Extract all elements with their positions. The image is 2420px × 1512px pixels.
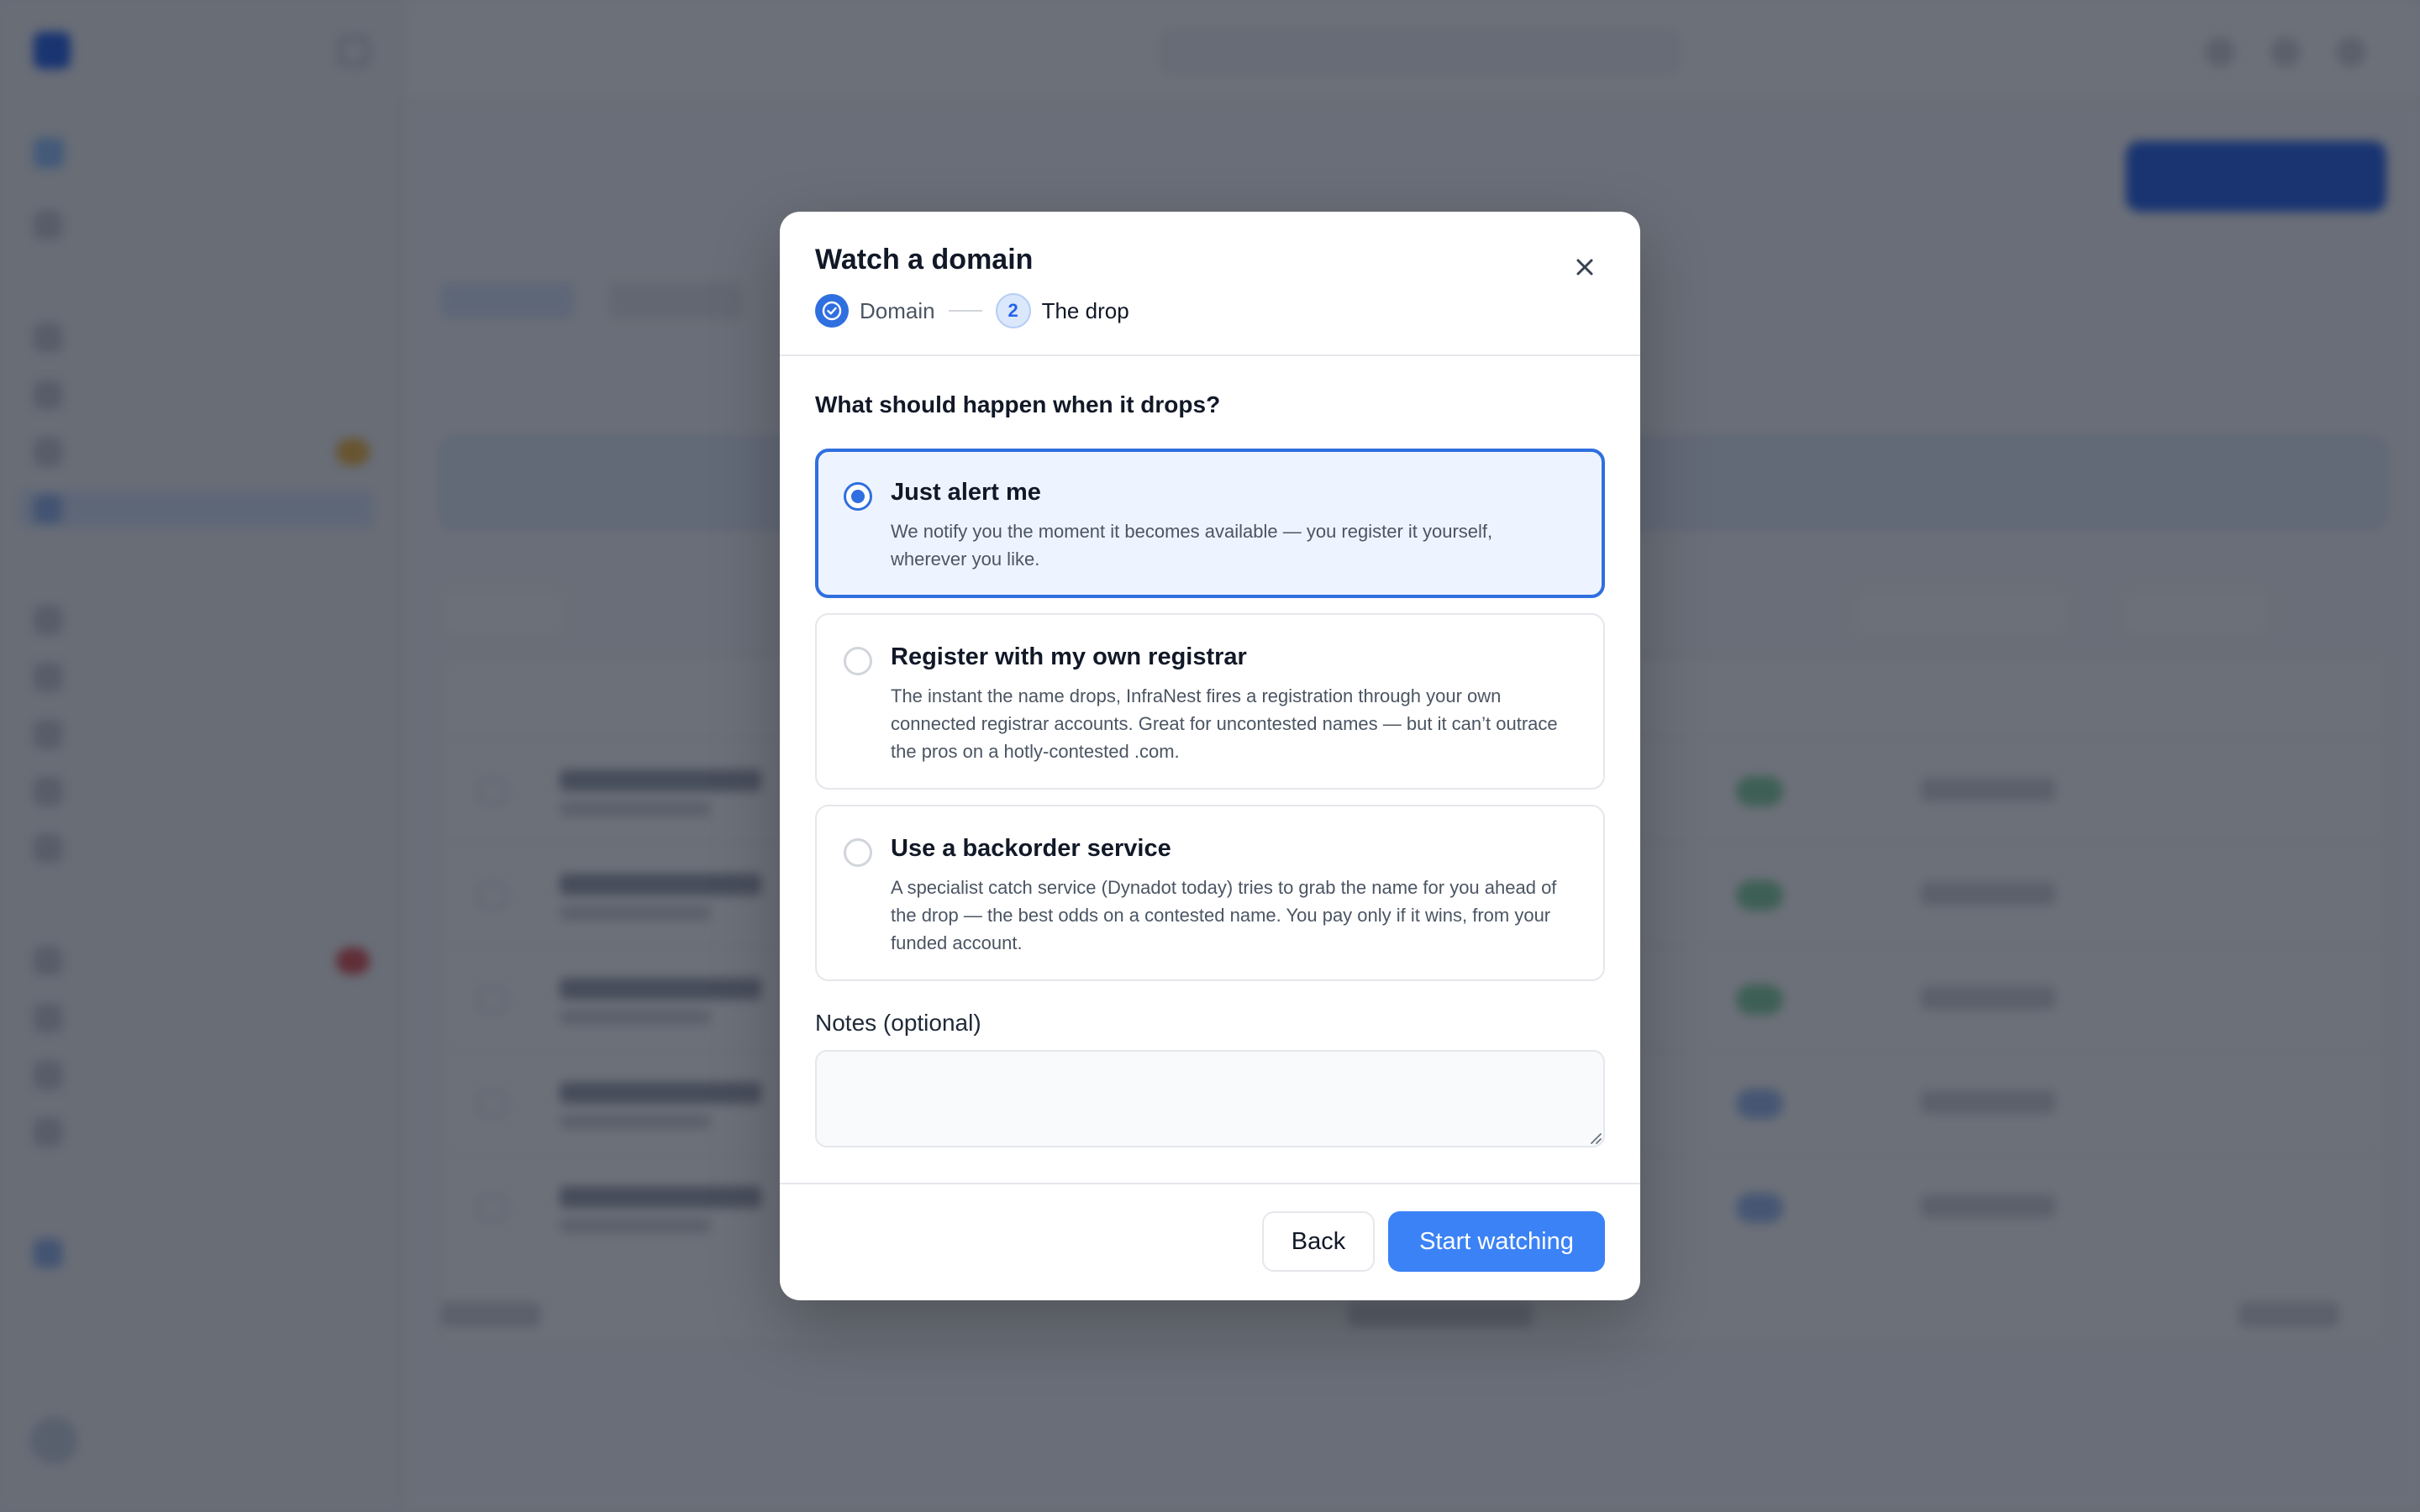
radio-backorder[interactable] [844,838,872,867]
step-2-label: The drop [1041,297,1129,323]
option-title: Just alert me [891,479,1041,506]
start-watching-button[interactable]: Start watching [1388,1211,1605,1272]
check-circle-icon [822,301,842,321]
option-description: We notify you the moment it becomes avai… [891,521,1493,570]
drop-action-question: What should happen when it drops? [815,391,1221,417]
step-connector [948,310,982,312]
option-backorder[interactable]: Use a backorder service A specialist cat… [815,805,1605,981]
back-button[interactable]: Back [1262,1211,1375,1272]
watch-domain-dialog: Watch a domain Domain 2 The drop What sh… [780,212,1640,1300]
radio-just-alert[interactable] [844,482,872,511]
resize-grip-icon[interactable] [1588,1131,1602,1144]
step-1-label: Domain [860,297,935,323]
close-icon [1576,259,1593,276]
option-title: Use a backorder service [891,835,1171,862]
notes-label: Notes (optional) [815,1010,981,1036]
option-own-registrar[interactable]: Register with my own registrar The insta… [815,613,1605,790]
header-divider [780,354,1640,356]
radio-own-registrar[interactable] [844,647,872,675]
option-just-alert[interactable]: Just alert me We notify you the moment i… [815,449,1605,598]
option-title: Register with my own registrar [891,643,1247,670]
option-description: A specialist catch service (Dynadot toda… [891,877,1557,953]
notes-field[interactable] [815,1050,1605,1147]
app-root: Watch a domain Domain 2 The drop What sh… [0,0,2420,1512]
option-description: The instant the name drops, InfraNest fi… [891,685,1558,762]
step-2-number: 2 [995,293,1031,328]
footer-divider [780,1183,1640,1184]
dialog-title: Watch a domain [815,244,1034,276]
close-button[interactable] [1565,247,1605,287]
step-complete-indicator [815,294,849,328]
stepper: Domain 2 The drop [815,292,1129,329]
